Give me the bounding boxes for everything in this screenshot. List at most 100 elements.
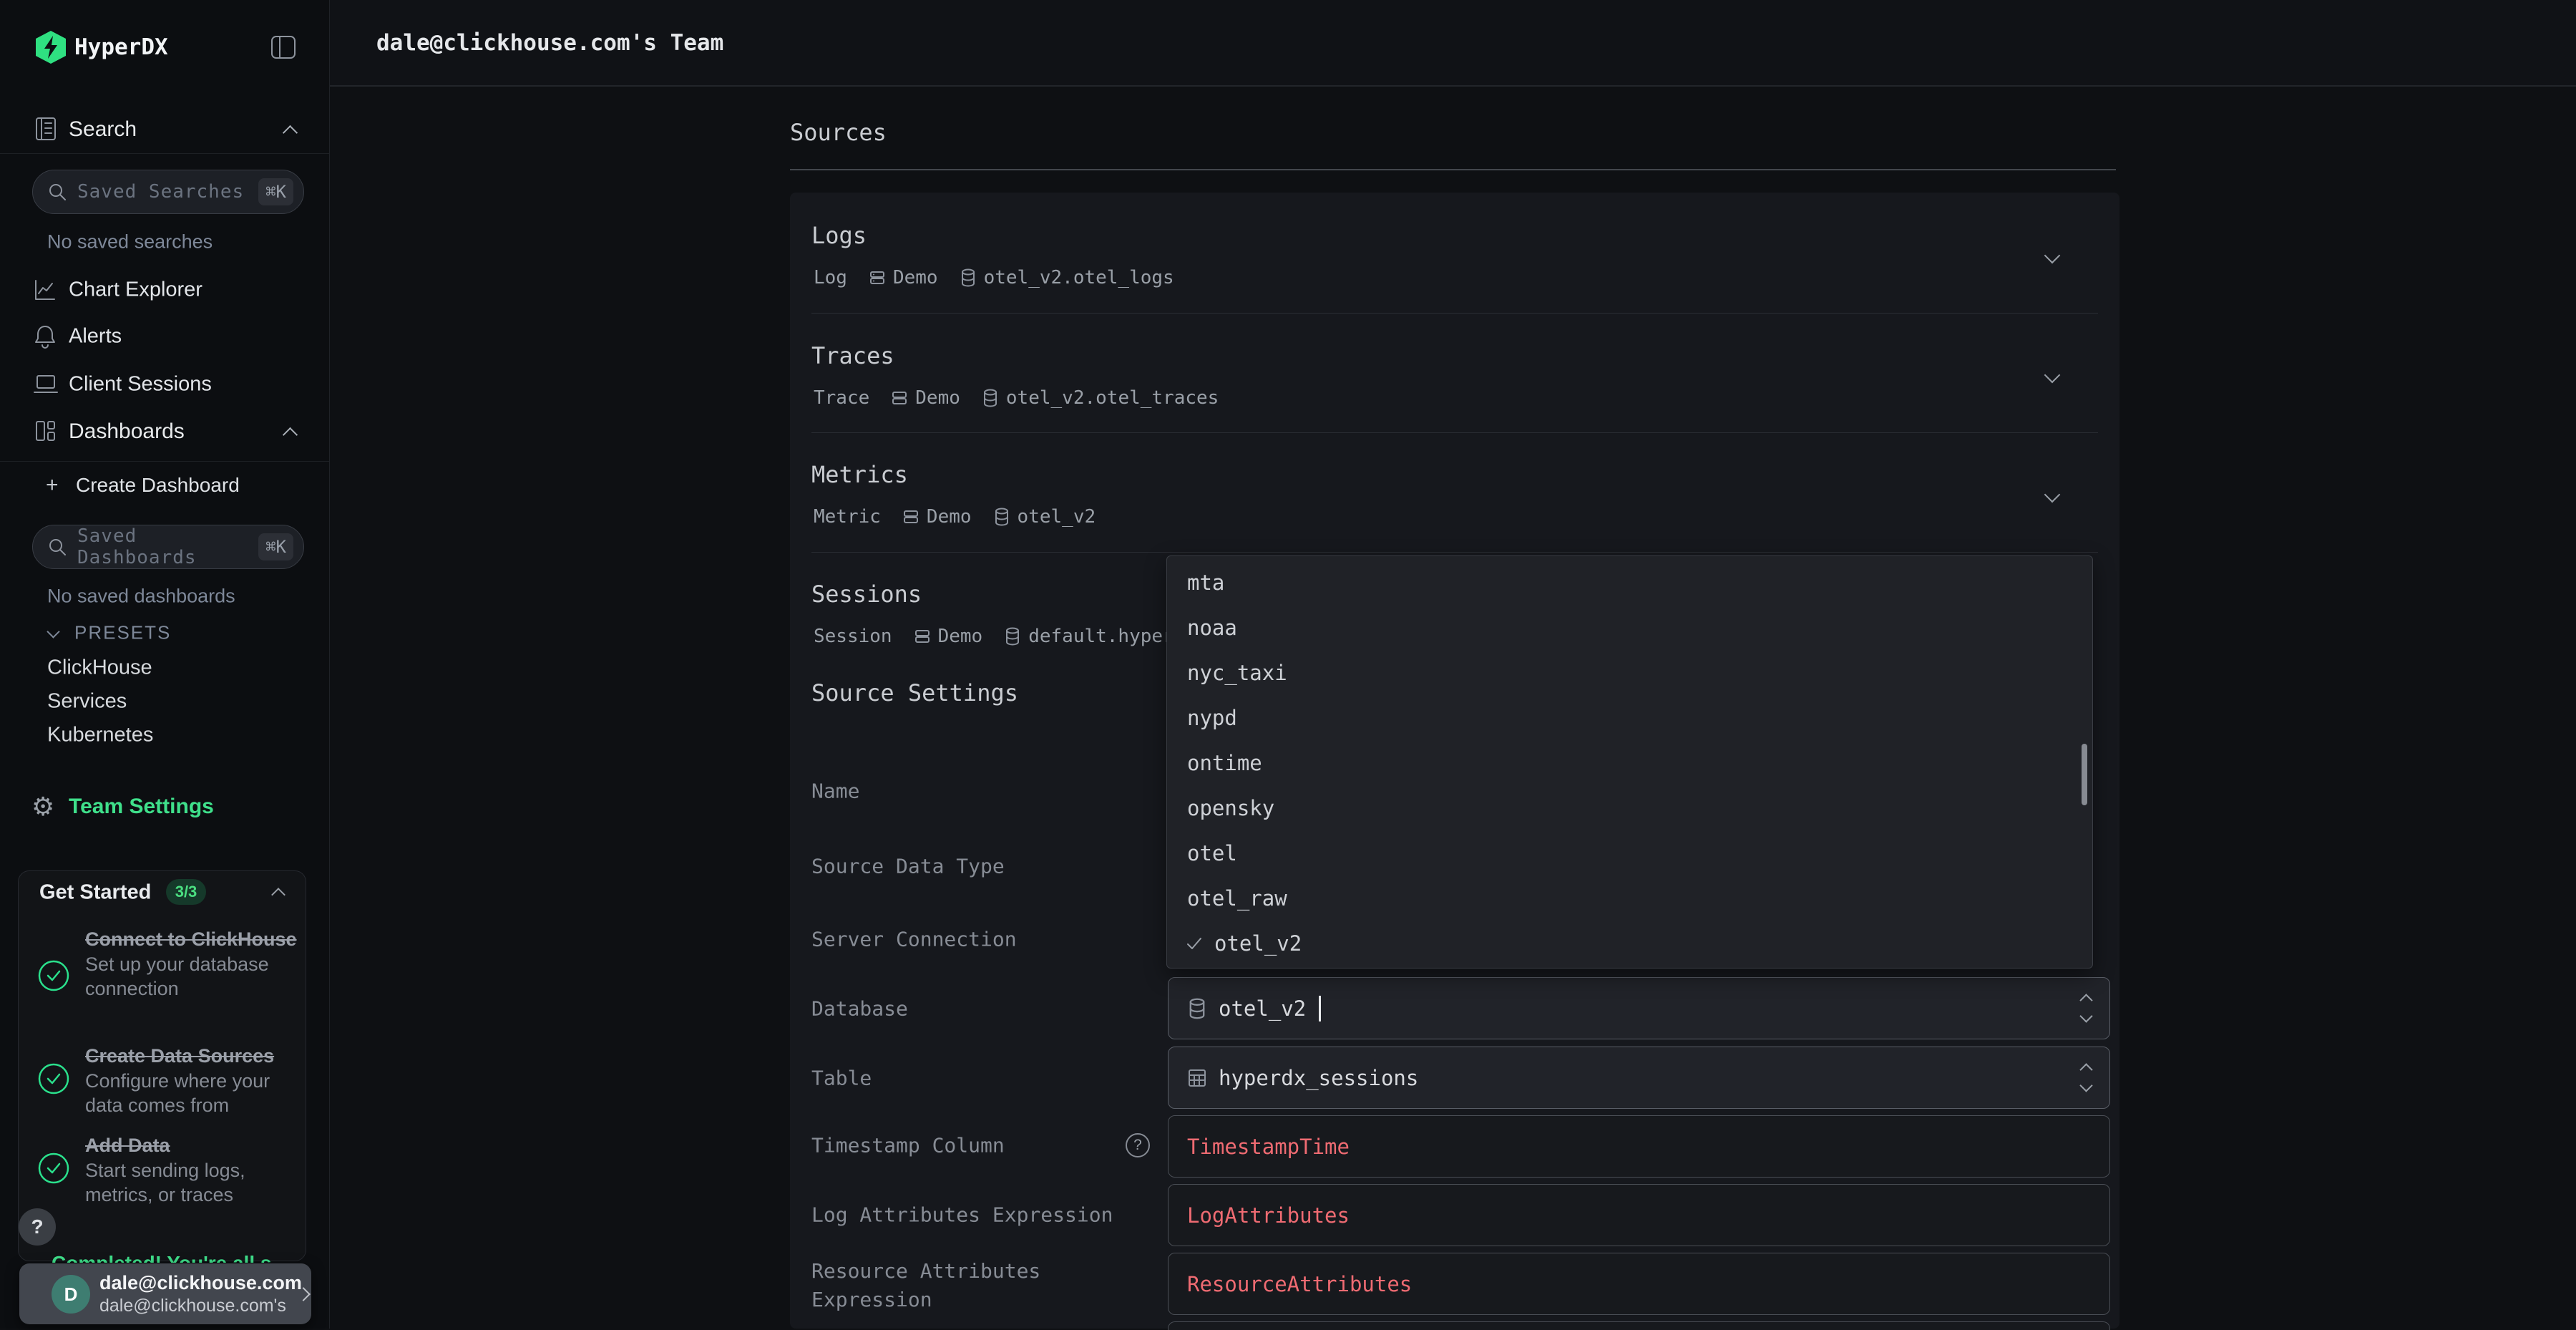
saved-searches-shortcut: ⌘K [258,178,293,205]
source-meta: Log Demo otel_v2.otel_logs [814,267,1174,288]
sidebar-item-alerts[interactable]: Alerts [69,325,122,349]
server-icon [869,269,886,286]
database-icon [993,508,1010,526]
source-table: otel_v2 [1018,506,1096,528]
sidebar-item-team-settings[interactable]: Team Settings [69,795,214,819]
expand-source-chevron-icon[interactable] [2044,367,2061,384]
get-started-step[interactable]: Add Data Start sending logs, metrics, or… [85,1133,300,1207]
next-input-partial[interactable] [1168,1321,2110,1330]
avatar: D [52,1275,90,1314]
timestamp-column-input[interactable]: TimestampTime [1168,1115,2110,1178]
sources-title: Sources [790,119,887,146]
step-desc: Configure where your data comes from [85,1069,300,1117]
search-icon [47,182,67,202]
dropdown-scrollbar[interactable] [2082,744,2087,805]
source-section-title: Logs [811,222,867,249]
source-settings-title: Source Settings [811,679,1018,707]
sidebar-item-preset-services[interactable]: Services [47,690,127,714]
create-dashboard-button[interactable]: + Create Dashboard [46,473,240,497]
get-started-step[interactable]: Create Data Sources Configure where your… [85,1044,300,1117]
plus-icon: + [46,473,59,497]
expand-source-chevron-icon[interactable] [2044,248,2061,264]
get-started-step[interactable]: Connect to ClickHouse Set up your databa… [85,927,300,1001]
collapse-sidebar-icon[interactable] [270,35,296,59]
step-complete-check-icon [37,1062,70,1095]
no-saved-dashboards-text: No saved dashboards [47,586,235,608]
dashboards-icon [33,419,57,443]
database-icon [982,389,999,407]
divider [811,552,2098,553]
expand-source-chevron-icon[interactable] [2044,487,2061,503]
select-chevrons-icon[interactable] [2082,996,2091,1021]
search-icon [47,537,67,557]
divider [811,313,2098,314]
database-select[interactable]: otel_v2 [1168,977,2110,1039]
step-complete-check-icon [37,1152,70,1185]
source-table: otel_v2.otel_logs [984,267,1174,288]
sidebar-item-chart-explorer[interactable]: Chart Explorer [69,278,203,302]
step-complete-check-icon [37,959,70,992]
help-button[interactable]: ? [19,1208,56,1246]
sidebar-item-dashboards[interactable]: Dashboards [69,419,185,444]
step-title: Connect to ClickHouse [85,927,300,952]
sidebar-item-preset-clickhouse[interactable]: ClickHouse [47,656,152,680]
log-attributes-input[interactable]: LogAttributes [1168,1184,2110,1246]
step-title: Add Data [85,1133,300,1158]
dropdown-option-selected[interactable]: otel_v2 [1167,921,2092,966]
source-section-title: Traces [811,342,894,369]
dropdown-option[interactable]: noaa [1167,605,2092,650]
saved-dashboards-input[interactable]: Saved Dashboards ⌘K [32,525,304,569]
table-select[interactable]: hyperdx_sessions [1168,1047,2110,1109]
user-menu[interactable]: D dale@clickhouse.com dale@clickhouse.co… [19,1263,311,1324]
database-icon [1004,627,1021,646]
dropdown-option[interactable]: mta [1167,560,2092,605]
source-meta: Metric Demo otel_v2 [814,506,1096,528]
gear-icon: ⚙ [31,792,54,822]
source-server: Demo [915,387,960,409]
source-kind: Trace [814,387,869,409]
dropdown-option[interactable]: opensky [1167,785,2092,830]
resource-attributes-input[interactable]: ResourceAttributes [1168,1253,2110,1315]
get-started-title: Get Started [39,881,151,905]
dropdown-option[interactable]: otel_raw [1167,875,2092,921]
resource-attributes-label: Resource Attributes Expression [811,1257,1126,1314]
presets-header[interactable]: PRESETS [74,622,171,644]
source-kind: Session [814,626,892,647]
client-sessions-laptop-icon [33,373,59,396]
database-label: Database [811,997,908,1021]
dropdown-option[interactable]: otel [1167,830,2092,875]
dropdown-option[interactable]: nypd [1167,695,2092,740]
source-data-type-label: Source Data Type [811,855,1005,878]
search-collapse-chevron-icon[interactable] [283,125,298,140]
dropdown-option[interactable]: ontime [1167,740,2092,785]
table-label: Table [811,1067,872,1090]
saved-dashboards-shortcut: ⌘K [258,533,293,560]
chart-explorer-icon [33,278,57,302]
server-icon [914,628,931,645]
step-desc: Start sending logs, metrics, or traces [85,1158,300,1207]
help-icon[interactable]: ? [1126,1133,1150,1157]
sidebar-divider [0,461,329,462]
text-cursor [1319,996,1321,1021]
source-server: Demo [927,506,972,528]
sidebar-divider [0,153,329,154]
source-table: otel_v2.otel_traces [1006,387,1219,409]
sources-divider [790,169,2116,170]
name-label: Name [811,780,859,803]
sidebar-item-search[interactable]: Search [69,117,137,142]
search-section-icon [33,116,59,142]
database-icon [960,268,977,287]
dropdown-option[interactable]: nyc_taxi [1167,650,2092,695]
select-chevrons-icon[interactable] [2082,1065,2091,1090]
sidebar: HyperDX Search Saved Searches ⌘K No save… [0,0,330,1329]
presets-chevron-icon[interactable] [47,625,59,638]
saved-searches-input[interactable]: Saved Searches ⌘K [32,170,304,214]
source-section-title: Metrics [811,461,908,488]
log-attributes-value: LogAttributes [1187,1203,1350,1228]
source-kind: Log [814,267,847,288]
timestamp-column-label: Timestamp Column [811,1134,1005,1157]
database-dropdown: mta noaa nyc_taxi nypd ontime opensky ot… [1166,555,2093,969]
sidebar-item-client-sessions[interactable]: Client Sessions [69,373,212,397]
dashboards-collapse-chevron-icon[interactable] [283,427,298,442]
sidebar-item-preset-kubernetes[interactable]: Kubernetes [47,724,153,747]
